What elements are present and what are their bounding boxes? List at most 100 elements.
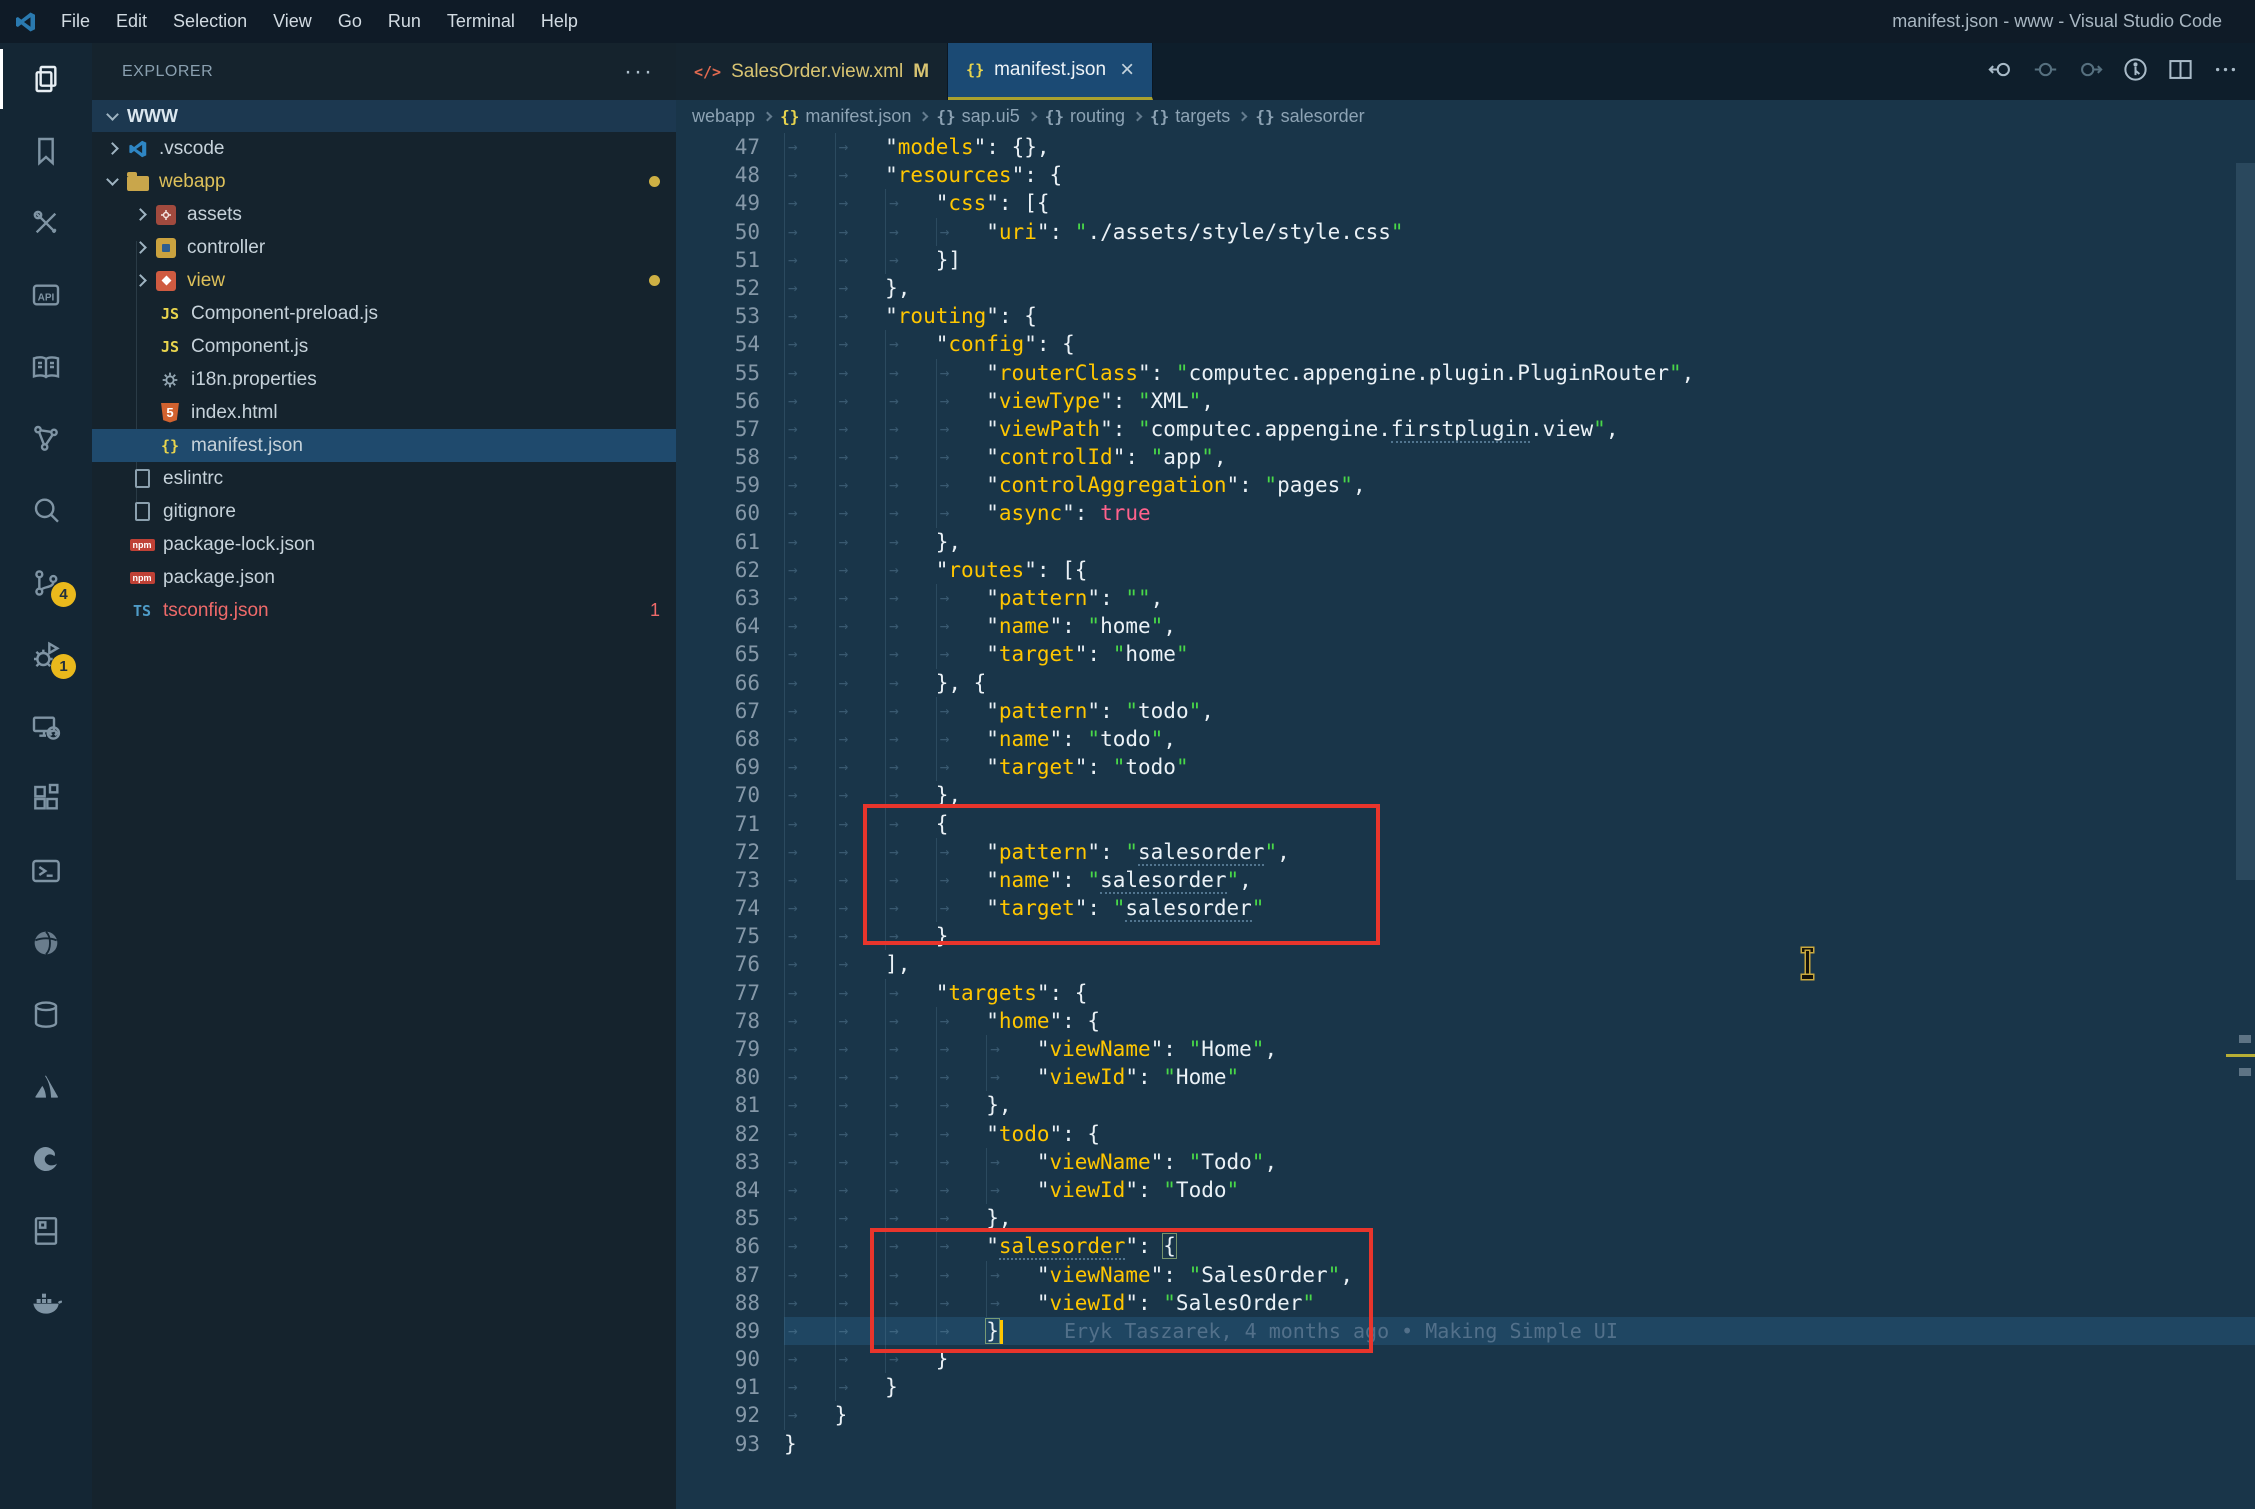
- line-number[interactable]: 73: [676, 866, 784, 894]
- line-number[interactable]: 90: [676, 1345, 784, 1373]
- line-number[interactable]: 91: [676, 1373, 784, 1401]
- line-number[interactable]: 89: [676, 1317, 784, 1345]
- tree-item-gitignore[interactable]: gitignore: [92, 495, 676, 528]
- code-line-82[interactable]: 82→→→→"todo": {: [676, 1120, 2255, 1148]
- line-number[interactable]: 68: [676, 725, 784, 753]
- powershell-terminal-icon[interactable]: [0, 835, 92, 907]
- split-editor-icon[interactable]: [2167, 56, 2194, 88]
- line-number[interactable]: 92: [676, 1401, 784, 1429]
- line-number[interactable]: 74: [676, 894, 784, 922]
- code-line-69[interactable]: 69→→→→"target": "todo": [676, 753, 2255, 781]
- line-number[interactable]: 66: [676, 669, 784, 697]
- api-client-icon[interactable]: API: [0, 259, 92, 331]
- code-line-63[interactable]: 63→→→→"pattern": "",: [676, 584, 2255, 612]
- code-line-79[interactable]: 79→→→→→"viewName": "Home",: [676, 1035, 2255, 1063]
- project-graph-icon[interactable]: [0, 403, 92, 475]
- code-line-51[interactable]: 51→→→}]: [676, 246, 2255, 274]
- code-line-84[interactable]: 84→→→→→"viewId": "Todo": [676, 1176, 2255, 1204]
- tree-item-webapp[interactable]: webapp: [92, 165, 676, 198]
- line-number[interactable]: 82: [676, 1120, 784, 1148]
- edge-browser-icon[interactable]: [0, 1123, 92, 1195]
- run-debug-icon[interactable]: 1: [0, 619, 92, 691]
- line-number[interactable]: 71: [676, 810, 784, 838]
- tab-manifest-json[interactable]: {}manifest.json×: [948, 43, 1153, 100]
- line-number[interactable]: 83: [676, 1148, 784, 1176]
- line-number[interactable]: 72: [676, 838, 784, 866]
- breadcrumb-item-salesorder[interactable]: {}salesorder: [1255, 106, 1364, 127]
- tree-item-i18n-properties[interactable]: i18n.properties: [92, 363, 676, 396]
- code-line-80[interactable]: 80→→→→→"viewId": "Home": [676, 1063, 2255, 1091]
- code-line-66[interactable]: 66→→→}, {: [676, 669, 2255, 697]
- code-editor[interactable]: 47→→"models": {},48→→"resources": {49→→→…: [676, 133, 2255, 1509]
- code-line-81[interactable]: 81→→→→},: [676, 1091, 2255, 1119]
- tree-item-controller[interactable]: controller: [92, 231, 676, 264]
- code-line-53[interactable]: 53→→"routing": {: [676, 302, 2255, 330]
- code-line-67[interactable]: 67→→→→"pattern": "todo",: [676, 697, 2255, 725]
- line-number[interactable]: 78: [676, 1007, 784, 1035]
- scrollbar-thumb[interactable]: [2236, 163, 2255, 880]
- tree-item-view[interactable]: view: [92, 264, 676, 297]
- gitlens-graph-icon[interactable]: [2122, 56, 2149, 88]
- code-line-65[interactable]: 65→→→→"target": "home": [676, 640, 2255, 668]
- code-line-56[interactable]: 56→→→→"viewType": "XML",: [676, 387, 2255, 415]
- tree-item-tsconfig-json[interactable]: TStsconfig.json1: [92, 594, 676, 627]
- code-line-76[interactable]: 76→→],: [676, 950, 2255, 978]
- code-line-68[interactable]: 68→→→→"name": "todo",: [676, 725, 2255, 753]
- line-number[interactable]: 93: [676, 1430, 784, 1458]
- code-line-61[interactable]: 61→→→},: [676, 528, 2255, 556]
- line-number[interactable]: 62: [676, 556, 784, 584]
- docs-book-icon[interactable]: [0, 331, 92, 403]
- code-line-47[interactable]: 47→→"models": {},: [676, 133, 2255, 161]
- line-number[interactable]: 56: [676, 387, 784, 415]
- tree-item--vscode[interactable]: .vscode: [92, 132, 676, 165]
- line-number[interactable]: 88: [676, 1289, 784, 1317]
- line-number[interactable]: 84: [676, 1176, 784, 1204]
- search-icon[interactable]: [0, 475, 92, 547]
- line-number[interactable]: 79: [676, 1035, 784, 1063]
- code-line-60[interactable]: 60→→→→"async": true: [676, 499, 2255, 527]
- database-icon[interactable]: [0, 979, 92, 1051]
- menu-go[interactable]: Go: [325, 0, 375, 43]
- docker-icon[interactable]: [0, 1267, 92, 1339]
- line-number[interactable]: 85: [676, 1204, 784, 1232]
- tree-item-manifest-json[interactable]: {}manifest.json: [92, 429, 676, 462]
- form-page-icon[interactable]: [0, 1195, 92, 1267]
- code-line-93[interactable]: 93}: [676, 1430, 2255, 1458]
- tree-item-package-json[interactable]: npmpackage.json: [92, 561, 676, 594]
- line-number[interactable]: 57: [676, 415, 784, 443]
- menu-selection[interactable]: Selection: [160, 0, 260, 43]
- previous-change-icon[interactable]: [1987, 56, 2014, 88]
- code-line-57[interactable]: 57→→→→"viewPath": "computec.appengine.fi…: [676, 415, 2255, 443]
- code-line-77[interactable]: 77→→→"targets": {: [676, 979, 2255, 1007]
- line-number[interactable]: 70: [676, 781, 784, 809]
- line-number[interactable]: 59: [676, 471, 784, 499]
- code-line-83[interactable]: 83→→→→→"viewName": "Todo",: [676, 1148, 2255, 1176]
- line-number[interactable]: 87: [676, 1261, 784, 1289]
- code-line-48[interactable]: 48→→"resources": {: [676, 161, 2255, 189]
- line-number[interactable]: 69: [676, 753, 784, 781]
- code-line-52[interactable]: 52→→},: [676, 274, 2255, 302]
- tab-salesorder-view-xml[interactable]: </>SalesOrder.view.xmlM: [676, 43, 948, 100]
- line-number[interactable]: 55: [676, 359, 784, 387]
- tree-item-component-js[interactable]: JSComponent.js: [92, 330, 676, 363]
- explorer-icon[interactable]: [0, 43, 92, 115]
- breadcrumb-item-manifest-json[interactable]: {}manifest.json: [780, 106, 911, 127]
- line-number[interactable]: 58: [676, 443, 784, 471]
- tree-item-package-lock-json[interactable]: npmpackage-lock.json: [92, 528, 676, 561]
- menu-help[interactable]: Help: [528, 0, 591, 43]
- breadcrumb-item-webapp[interactable]: webapp: [692, 106, 755, 127]
- line-number[interactable]: 48: [676, 161, 784, 189]
- code-line-55[interactable]: 55→→→→"routerClass": "computec.appengine…: [676, 359, 2255, 387]
- change-indicator-icon[interactable]: [2032, 56, 2059, 88]
- line-number[interactable]: 64: [676, 612, 784, 640]
- line-number[interactable]: 76: [676, 950, 784, 978]
- line-number[interactable]: 63: [676, 584, 784, 612]
- code-line-50[interactable]: 50→→→→"uri": "./assets/style/style.css": [676, 218, 2255, 246]
- menu-run[interactable]: Run: [375, 0, 434, 43]
- next-change-icon[interactable]: [2077, 56, 2104, 88]
- globe-icon[interactable]: [0, 907, 92, 979]
- line-number[interactable]: 75: [676, 922, 784, 950]
- code-line-78[interactable]: 78→→→→"home": {: [676, 1007, 2255, 1035]
- source-control-icon[interactable]: 4: [0, 547, 92, 619]
- breadcrumb-item-routing[interactable]: {}routing: [1045, 106, 1125, 127]
